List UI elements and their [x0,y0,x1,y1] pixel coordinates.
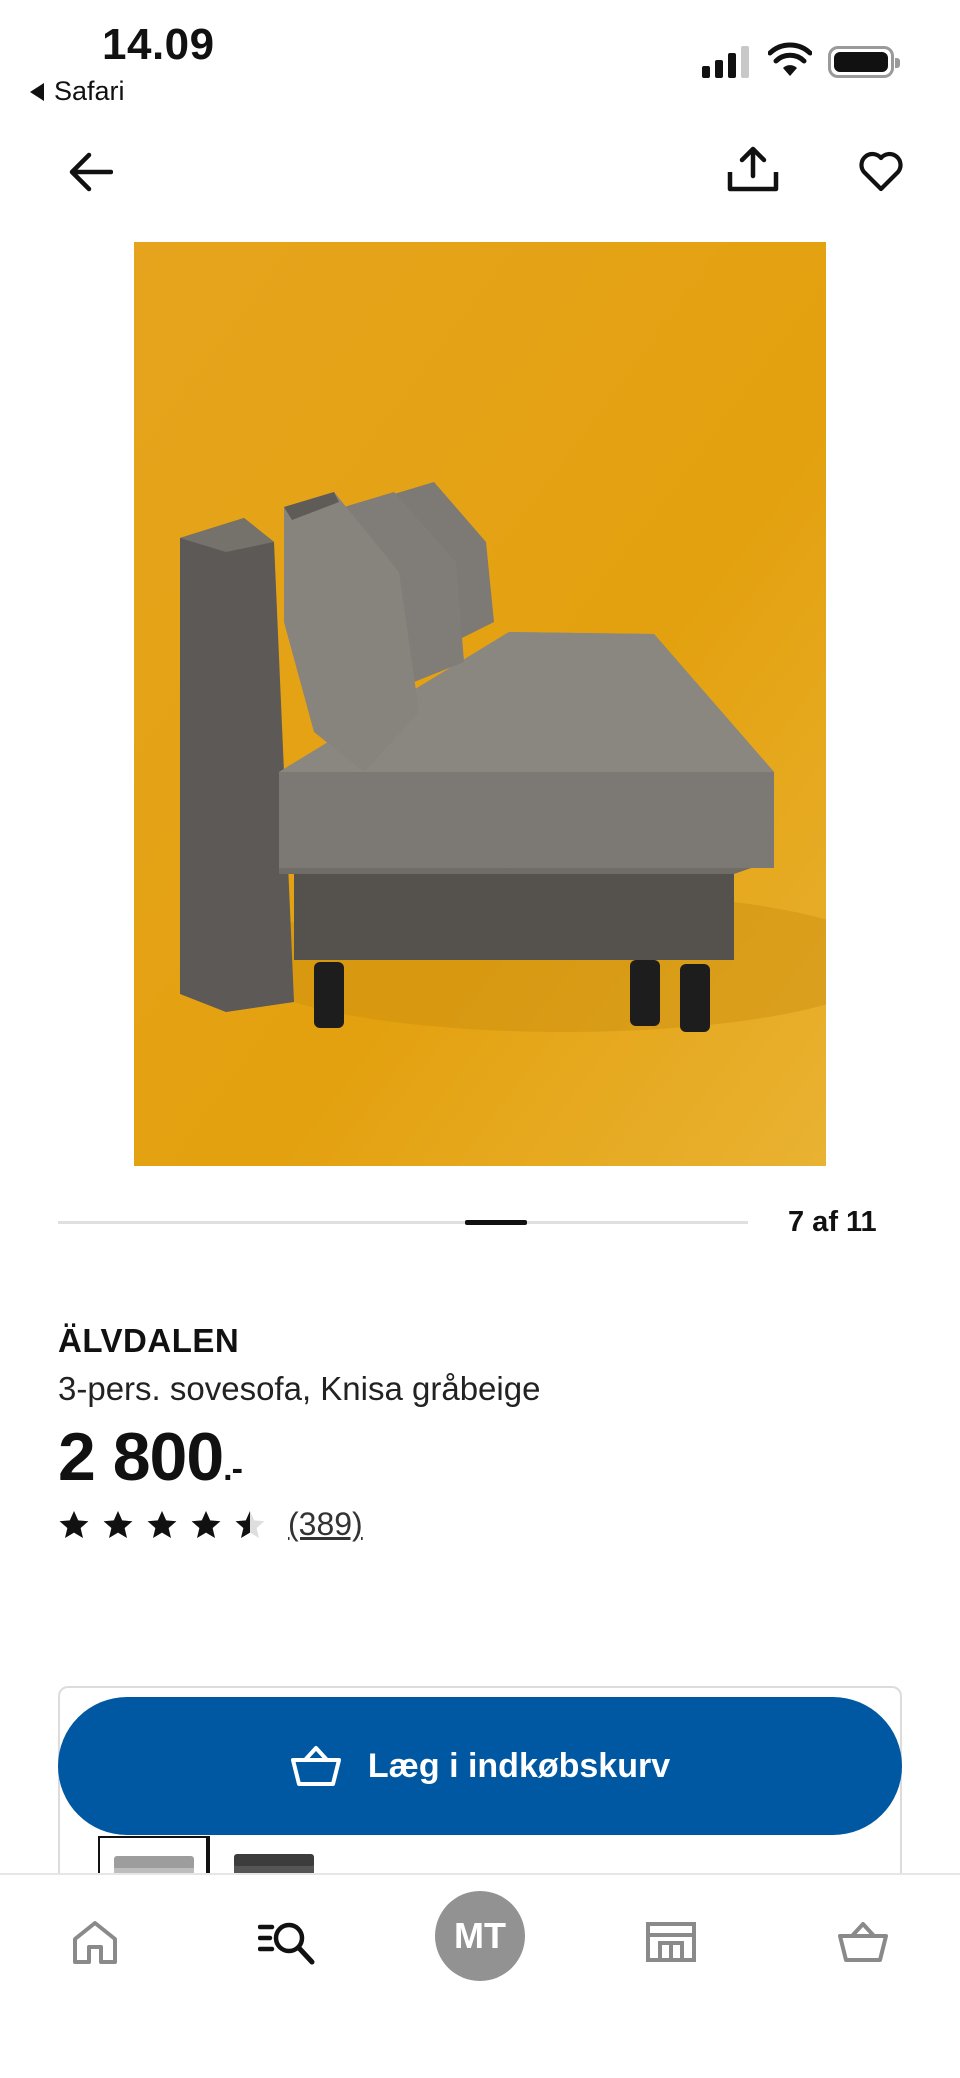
add-to-cart-label: Læg i indkøbskurv [367,1746,671,1785]
bottom-tab-bar: MT [0,1873,960,2078]
product-name: ÄLVDALEN [58,1322,240,1359]
tab-profile-avatar[interactable]: MT [435,1891,525,1981]
battery-icon [828,46,900,78]
basket-icon [838,1922,888,1962]
wifi-icon [768,42,812,76]
tab-search[interactable] [242,1897,332,1987]
tab-home[interactable] [50,1897,140,1987]
product-price: 2 800.- [58,1418,243,1496]
add-to-cart-button[interactable]: Læg i indkøbskurv [58,1697,902,1835]
star-full-icon [59,1510,89,1538]
carousel-progress-track [58,1220,748,1225]
avatar-initials: MT [454,1915,506,1956]
carousel-counter: 7 af 11 [788,1206,877,1238]
heart-icon [859,151,903,192]
price-suffix: .- [223,1450,243,1488]
share-icon [727,146,779,192]
search-icon [258,1922,315,1965]
basket-icon [290,1746,341,1786]
status-bar: 14.09 Safari [0,0,960,120]
price-value: 2 800 [58,1419,224,1495]
arrow-left-icon [69,152,113,192]
share-button[interactable] [720,136,786,202]
store-icon [646,1922,696,1962]
review-count-link[interactable]: (389) [288,1506,363,1543]
cellular-signal-icon [702,46,749,78]
product-rating[interactable]: (389) [58,1506,363,1543]
carousel-progress-thumb [464,1220,527,1225]
star-full-icon [191,1510,221,1538]
sofa-photo [134,242,826,1166]
back-triangle-icon [30,82,44,101]
product-image[interactable] [134,242,826,1166]
back-to-app-link[interactable]: Safari [30,76,125,107]
tab-cart[interactable] [818,1897,908,1987]
back-button[interactable] [58,140,122,204]
product-description: 3-pers. sovesofa, Knisa gråbeige [58,1370,541,1407]
rating-stars [58,1509,266,1541]
star-half-icon [235,1510,265,1538]
tab-stores[interactable] [626,1897,716,1987]
star-full-icon [103,1510,133,1538]
star-full-icon [147,1510,177,1538]
home-icon [73,1921,117,1964]
back-app-label: Safari [54,76,125,106]
status-time: 14.09 [102,20,215,69]
favorite-button[interactable] [848,138,914,204]
